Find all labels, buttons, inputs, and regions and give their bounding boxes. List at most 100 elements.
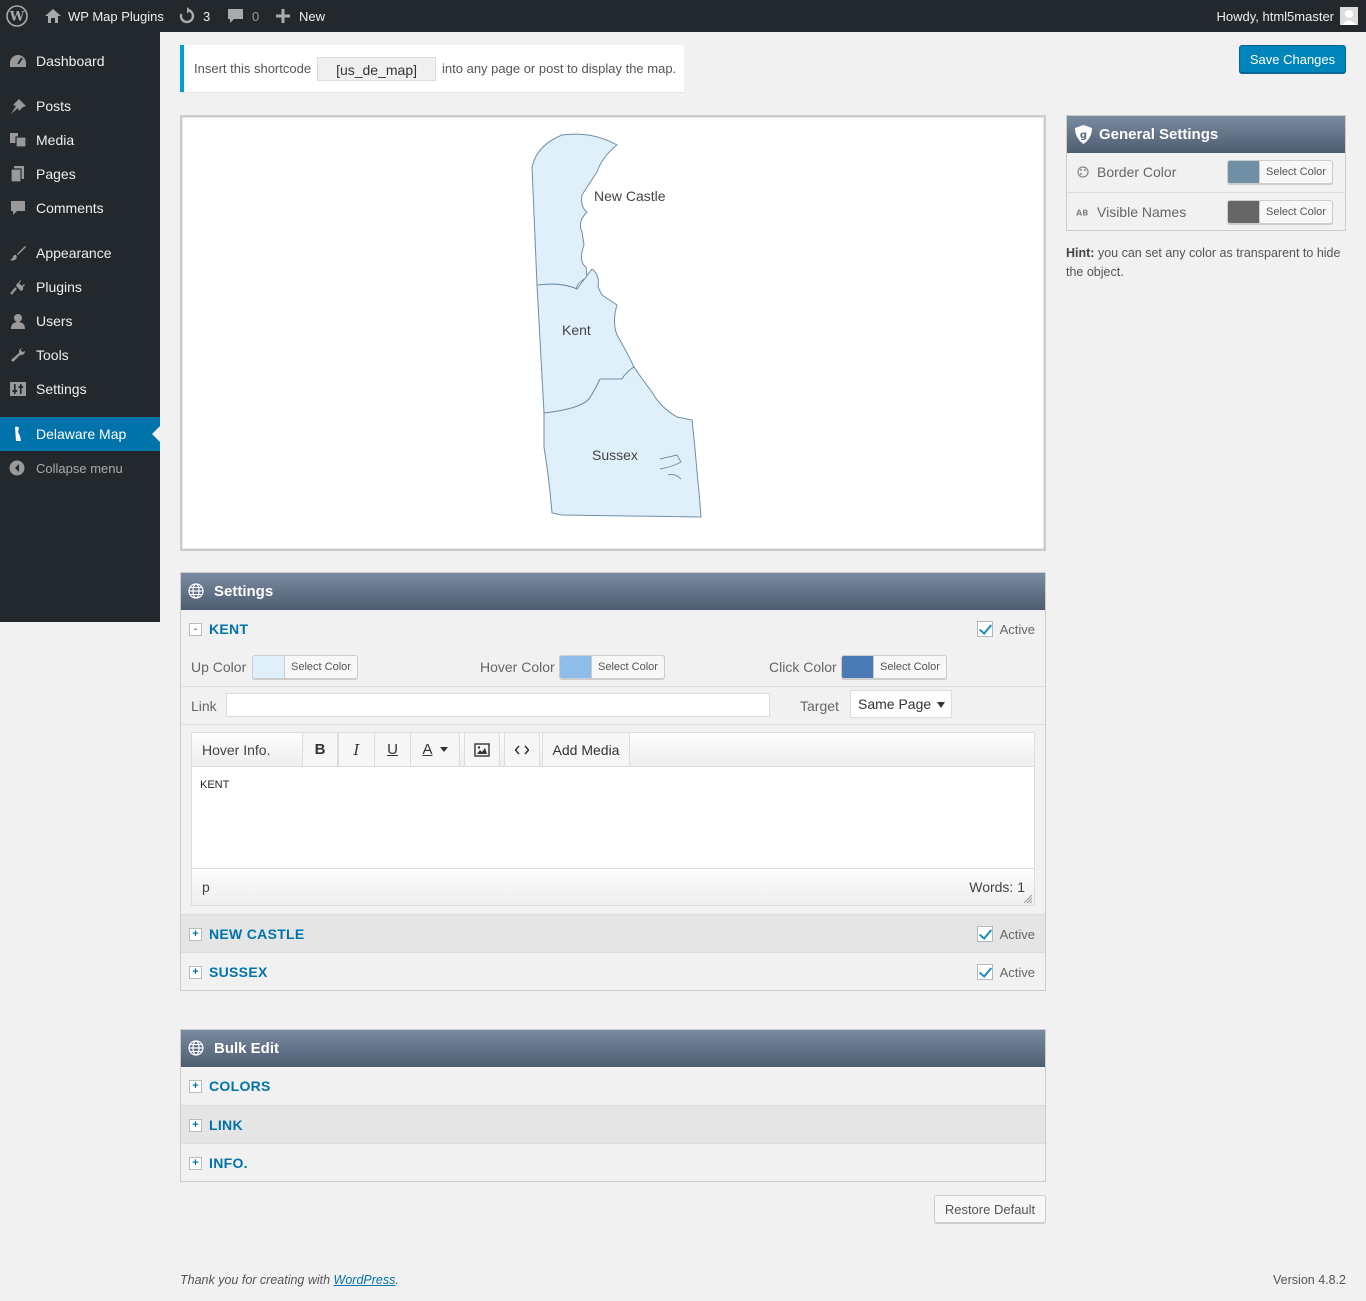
account-menu[interactable]: Howdy, html5master (1216, 0, 1358, 32)
expand-toggle[interactable]: + (189, 1080, 202, 1093)
active-checkbox[interactable] (976, 964, 993, 980)
refresh-icon (179, 7, 195, 24)
resize-handle-icon[interactable] (1023, 894, 1032, 903)
italic-button[interactable]: I (338, 733, 374, 766)
sidebar-item-dashboard[interactable]: Dashboard (0, 44, 160, 78)
user-silhouette-icon (1340, 7, 1358, 25)
active-toggle-kent[interactable]: Active (976, 621, 1035, 637)
text-color-button[interactable]: A (410, 733, 460, 766)
site-link[interactable]: WP Map Plugins (44, 0, 164, 32)
expand-toggle[interactable]: + (189, 966, 202, 979)
new-label: New (299, 8, 326, 24)
visible-names-color-picker[interactable]: Select Color (1227, 200, 1333, 224)
hint-text: Hint: you can set any color as transpare… (1066, 244, 1346, 282)
sidebar-item-pages[interactable]: Pages (0, 157, 160, 191)
settings-panel: Settings - KENT Active Up Color Select C… (180, 572, 1046, 991)
general-settings-header: g General Settings (1067, 116, 1345, 153)
settings-panel-header: Settings (181, 573, 1045, 610)
hover-color-picker[interactable]: Select Color (559, 655, 665, 679)
sidebar-item-comments[interactable]: Comments (0, 191, 160, 225)
shortcode-field[interactable]: [us_de_map] (317, 56, 437, 81)
visible-names-label: Visible Names (1097, 203, 1187, 220)
editor-content[interactable]: KENT (200, 779, 229, 791)
wordpress-link[interactable]: WordPress (334, 1273, 396, 1287)
region-title-sussex[interactable]: SUSSEX (209, 964, 268, 980)
active-checkbox[interactable] (976, 926, 993, 942)
admin-sidebar: Dashboard Posts Media Pages Comments App… (0, 32, 160, 622)
region-title-new-castle[interactable]: NEW CASTLE (209, 926, 305, 942)
link-input[interactable] (226, 693, 770, 717)
globe-icon (188, 1040, 204, 1056)
map-region-new-castle[interactable] (531, 133, 618, 290)
sidebar-item-users[interactable]: Users (0, 304, 160, 338)
sidebar-item-label: Dashboard (36, 53, 105, 69)
sidebar-item-media[interactable]: Media (0, 123, 160, 157)
hover-info-label: Hover Info. (202, 742, 271, 758)
pages-icon (10, 166, 24, 182)
notice-prefix: Insert this shortcode (194, 61, 312, 76)
target-select[interactable]: Same Page (850, 690, 952, 718)
sidebar-item-tools[interactable]: Tools (0, 338, 160, 372)
expand-toggle[interactable]: + (189, 928, 202, 941)
click-color-label: Click Color (769, 659, 837, 675)
comments-link[interactable]: 0 (227, 0, 259, 32)
active-toggle-sussex[interactable]: Active (976, 964, 1035, 980)
plug-icon (10, 280, 25, 295)
sliders-icon (10, 382, 26, 396)
up-color-swatch (253, 656, 284, 678)
sidebar-item-label: Delaware Map (36, 426, 127, 442)
sidebar-item-label: Plugins (36, 279, 82, 295)
insert-image-button[interactable] (464, 733, 500, 766)
sidebar-item-appearance[interactable]: Appearance (0, 236, 160, 270)
click-color-picker[interactable]: Select Color (841, 655, 947, 679)
map-label-kent: Kent (562, 322, 591, 338)
sidebar-item-plugins[interactable]: Plugins (0, 270, 160, 304)
up-color-picker[interactable]: Select Color (252, 655, 358, 679)
code-view-button[interactable] (504, 733, 540, 766)
region-title-kent[interactable]: KENT (209, 621, 248, 637)
footer-thanks-text: Thank you for creating with (180, 1273, 334, 1287)
hint-body: you can set any color as transparent to … (1066, 246, 1341, 279)
wordpress-logo-icon[interactable]: W (6, 0, 28, 32)
select-color-label: Select Color (284, 656, 357, 678)
active-toggle-new-castle[interactable]: Active (976, 926, 1035, 942)
howdy-text: Howdy, html5master (1216, 8, 1334, 24)
bold-button[interactable]: B (302, 733, 338, 766)
sidebar-item-posts[interactable]: Posts (0, 89, 160, 123)
sidebar-item-delaware-map[interactable]: Delaware Map (0, 417, 160, 451)
bulk-section-title[interactable]: INFO. (209, 1155, 248, 1171)
footer-version: Version 4.8.2 (1273, 1273, 1346, 1287)
underline-button[interactable]: U (374, 733, 410, 766)
visible-names-row: AB Visible Names Select Color (1067, 192, 1345, 230)
updates-link[interactable]: 3 (178, 0, 210, 32)
bulk-section-title[interactable]: COLORS (209, 1078, 271, 1094)
select-color-label: Select Color (1259, 161, 1332, 183)
editor-path: p (202, 879, 210, 895)
bulk-section-title[interactable]: LINK (209, 1117, 243, 1133)
editor-toolbar: Hover Info. B I U A Add Media (192, 733, 1034, 767)
dashboard-icon (10, 55, 26, 67)
chevron-down-icon (937, 702, 945, 708)
up-color-label: Up Color (191, 659, 247, 675)
general-settings-panel: g General Settings Border Color Select C… (1066, 115, 1346, 231)
collapse-menu-button[interactable]: Collapse menu (0, 451, 160, 485)
collapse-toggle[interactable]: - (189, 623, 202, 636)
active-checkbox[interactable] (976, 621, 993, 637)
sidebar-item-label: Comments (36, 200, 104, 216)
wrench-icon (11, 347, 26, 362)
new-content-link[interactable]: New (276, 0, 325, 32)
comments-count: 0 (252, 8, 260, 24)
admin-bar: W WP Map Plugins 3 0 New Howdy, html5mas… (0, 0, 1366, 32)
globe-icon (188, 583, 204, 599)
sidebar-item-settings[interactable]: Settings (0, 372, 160, 406)
expand-toggle[interactable]: + (189, 1157, 202, 1170)
border-color-picker[interactable]: Select Color (1227, 160, 1333, 184)
sidebar-item-label: Posts (36, 98, 72, 114)
restore-default-button[interactable]: Restore Default (934, 1195, 1046, 1223)
sidebar-item-label: Appearance (36, 245, 112, 261)
user-icon (11, 314, 25, 329)
add-media-button[interactable]: Add Media (542, 733, 630, 766)
target-label: Target (800, 698, 839, 714)
expand-toggle[interactable]: + (189, 1119, 202, 1132)
save-changes-button[interactable]: Save Changes (1239, 45, 1346, 73)
